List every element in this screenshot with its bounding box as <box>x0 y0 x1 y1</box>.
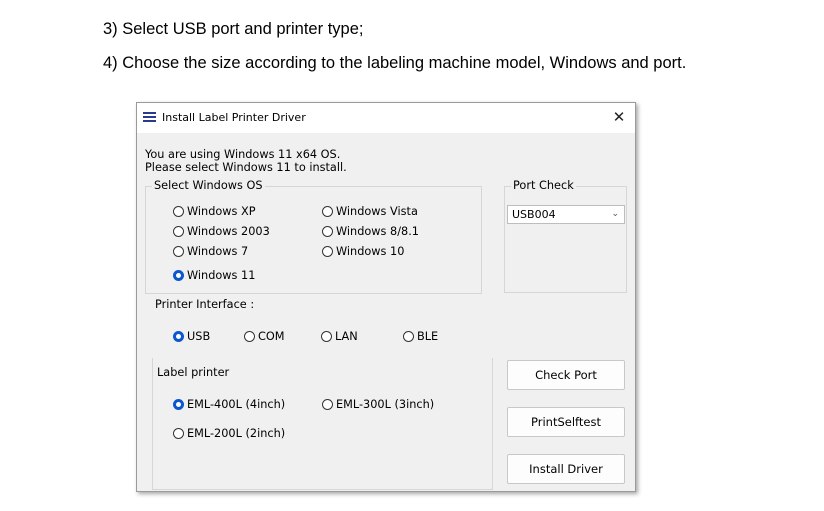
radio-indicator <box>322 226 333 237</box>
label-printer-legend: Label printer <box>155 366 232 379</box>
radio-windows-10[interactable]: Windows 10 <box>322 245 404 259</box>
os-info-line1: You are using Windows 11 x64 OS. <box>145 148 341 161</box>
port-select-value: USB004 <box>512 208 556 221</box>
radio-eml-200l[interactable]: EML-200L (2inch) <box>173 427 285 441</box>
app-icon <box>143 112 156 123</box>
radio-ble[interactable]: BLE <box>403 330 438 344</box>
radio-indicator <box>173 428 184 439</box>
radio-indicator <box>322 206 333 217</box>
radio-eml-400l[interactable]: EML-400L (4inch) <box>173 398 285 412</box>
radio-com[interactable]: COM <box>244 330 285 344</box>
port-check-group: Port Check <box>504 179 627 293</box>
radio-indicator <box>321 331 332 342</box>
label-printer-group: Label printer <box>152 358 493 490</box>
radio-windows-7[interactable]: Windows 7 <box>173 245 248 259</box>
radio-indicator <box>173 270 184 281</box>
radio-indicator <box>403 331 414 342</box>
installer-window: Install Label Printer Driver ✕ You are u… <box>136 102 636 492</box>
doc-step-4: 4) Choose the size according to the labe… <box>103 54 687 72</box>
radio-indicator <box>322 246 333 257</box>
window-title: Install Label Printer Driver <box>162 111 306 124</box>
radio-indicator <box>173 246 184 257</box>
radio-windows-2003[interactable]: Windows 2003 <box>173 225 270 239</box>
windows-os-legend: Select Windows OS <box>152 179 265 192</box>
port-check-legend: Port Check <box>511 179 576 192</box>
os-info-line2: Please select Windows 11 to install. <box>145 161 347 174</box>
radio-windows-11[interactable]: Windows 11 <box>173 269 255 283</box>
radio-windows-vista[interactable]: Windows Vista <box>322 205 418 219</box>
radio-indicator <box>244 331 255 342</box>
radio-windows-xp[interactable]: Windows XP <box>173 205 256 219</box>
close-icon[interactable]: ✕ <box>607 106 631 128</box>
radio-lan[interactable]: LAN <box>321 330 358 344</box>
printer-interface-label: Printer Interface : <box>155 298 255 311</box>
doc-step-3: 3) Select USB port and printer type; <box>103 20 364 38</box>
port-select[interactable]: USB004 ⌄ <box>507 205 625 224</box>
radio-indicator <box>173 331 184 342</box>
title-bar: Install Label Printer Driver ✕ <box>137 103 635 133</box>
radio-indicator <box>173 206 184 217</box>
print-selftest-button[interactable]: PrintSelftest <box>507 407 625 437</box>
window-content: You are using Windows 11 x64 OS. Please … <box>137 133 635 491</box>
chevron-down-icon: ⌄ <box>611 209 619 219</box>
radio-usb[interactable]: USB <box>173 330 210 344</box>
radio-indicator <box>173 399 184 410</box>
radio-indicator <box>322 399 333 410</box>
check-port-button[interactable]: Check Port <box>507 360 625 390</box>
radio-eml-300l[interactable]: EML-300L (3inch) <box>322 398 434 412</box>
radio-windows-8[interactable]: Windows 8/8.1 <box>322 225 419 239</box>
install-driver-button[interactable]: Install Driver <box>507 454 625 484</box>
radio-indicator <box>173 226 184 237</box>
